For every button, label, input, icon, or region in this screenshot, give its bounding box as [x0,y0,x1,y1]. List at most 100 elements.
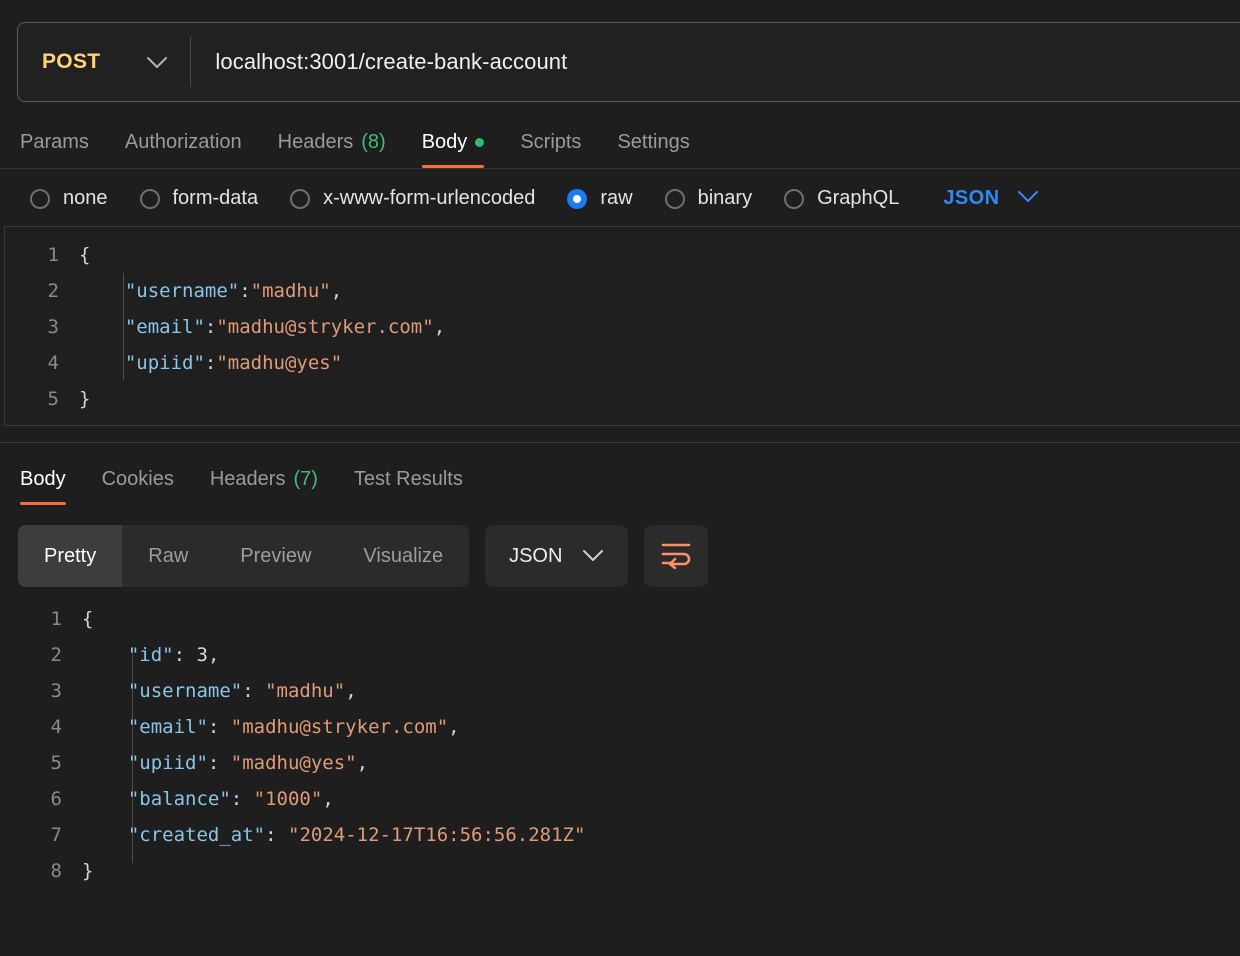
line-content: "upiid": "madhu@yes", [127,752,369,774]
view-mode-preview[interactable]: Preview [214,525,337,587]
line-content: "created_at": "2024-12-17T16:56:56.281Z" [127,824,586,846]
response-view-mode-group: Pretty Raw Preview Visualize [18,525,470,587]
word-wrap-icon [659,539,693,574]
tab-params-label: Params [20,131,89,153]
response-format-select[interactable]: JSON [485,525,629,587]
body-modified-dot-icon [475,138,485,147]
radio-icon [139,188,160,209]
tab-body-label: Body [421,131,468,153]
body-type-none[interactable]: none [30,187,108,210]
request-tabs: Params Authorization Headers (8) Body Sc… [0,102,1240,168]
tab-settings-label: Settings [617,131,690,153]
response-tabs: Body Cookies Headers (7) Test Results [0,443,1240,505]
line-content: "upiid":"madhu@yes" [124,352,343,374]
response-format-value: JSON [509,544,563,567]
line-content: "username":"madhu", [124,280,343,302]
url-bar-container: POST localhost:3001/create-bank-account [0,0,1240,102]
chevron-down-icon [582,545,604,568]
code-line: 7 "created_at": "2024-12-17T16:56:56.281… [8,817,1240,853]
line-content: } [79,388,91,410]
view-mode-preview-label: Preview [240,544,312,567]
body-type-graphql-label: GraphQL [817,187,900,209]
tab-scripts-label: Scripts [520,131,582,153]
code-line: 4 "upiid":"madhu@yes" [5,345,1240,381]
code-line: 1{ [5,237,1240,273]
code-line: 6 "balance": "1000", [8,781,1240,817]
body-type-form-data-label: form-data [172,187,259,209]
radio-icon [290,188,311,209]
line-number: 2 [47,280,59,302]
line-content: "balance": "1000", [127,788,334,810]
response-tab-test-results-label: Test Results [353,468,463,490]
postman-request-response-view: POST localhost:3001/create-bank-account … [0,0,1240,956]
request-body-code[interactable]: 1{2 "username":"madhu", 3 "email":"madhu@… [5,237,1240,417]
tab-authorization[interactable]: Authorization [107,131,260,168]
http-method-selector[interactable]: POST [18,23,190,101]
tab-scripts[interactable]: Scripts [502,131,599,168]
line-content: } [82,860,94,882]
code-line: 2 "id": 3, [8,637,1240,673]
view-mode-visualize[interactable]: Visualize [337,525,469,587]
body-type-graphql[interactable]: GraphQL [784,187,899,210]
line-number: 3 [50,680,62,702]
tab-headers[interactable]: Headers (8) [260,131,404,168]
code-line: 2 "username":"madhu", [5,273,1240,309]
response-tab-headers[interactable]: Headers (7) [192,468,336,505]
code-line: 3 "email":"madhu@stryker.com", [5,309,1240,345]
request-body-editor[interactable]: 1{2 "username":"madhu", 3 "email":"madhu@… [4,226,1240,426]
tab-headers-count: (8) [361,131,386,153]
line-content: "username": "madhu", [127,680,357,702]
line-number: 4 [47,352,59,374]
radio-selected-icon [567,188,588,209]
response-tab-body[interactable]: Body [18,468,84,505]
response-toolbar: Pretty Raw Preview Visualize JSON [0,505,1240,587]
line-number: 2 [50,644,62,666]
line-content: "email":"madhu@stryker.com", [124,316,446,338]
response-tab-headers-count: (7) [293,468,318,490]
view-mode-raw-label: Raw [148,544,189,567]
view-mode-pretty[interactable]: Pretty [18,525,123,587]
view-mode-raw[interactable]: Raw [122,525,214,587]
body-type-binary[interactable]: binary [664,187,752,210]
line-number: 1 [50,608,62,630]
body-type-form-data[interactable]: form-data [139,187,259,210]
body-type-urlencoded[interactable]: x-www-form-urlencoded [290,187,535,210]
tab-body[interactable]: Body [404,131,503,168]
radio-icon [784,188,805,209]
http-method-label: POST [42,50,101,73]
tab-params[interactable]: Params [18,131,107,168]
line-number: 1 [47,244,59,266]
chevron-down-icon [1017,190,1039,208]
tab-headers-label: Headers [277,131,354,153]
code-line: 3 "username": "madhu", [8,673,1240,709]
line-number: 5 [50,752,62,774]
code-line: 1{ [8,601,1240,637]
body-type-raw[interactable]: raw [567,187,633,210]
line-number: 4 [50,716,62,738]
response-tab-headers-label: Headers [209,468,286,490]
line-content: "email": "madhu@stryker.com", [127,716,460,738]
line-content: { [79,244,91,266]
code-line: 8} [8,853,1240,889]
radio-icon [664,188,685,209]
tab-authorization-label: Authorization [124,131,242,153]
body-type-radio-group: none form-data x-www-form-urlencoded raw… [0,169,1240,226]
word-wrap-button[interactable] [644,525,709,587]
tab-settings[interactable]: Settings [599,131,707,168]
view-mode-pretty-label: Pretty [44,544,97,567]
request-format-select[interactable]: JSON [943,187,1039,210]
response-tab-test-results[interactable]: Test Results [336,468,481,505]
line-number: 3 [47,316,59,338]
url-input[interactable]: localhost:3001/create-bank-account [191,49,567,75]
line-number: 7 [50,824,62,846]
radio-icon [30,188,50,209]
code-line: 5 "upiid": "madhu@yes", [8,745,1240,781]
response-body-viewer[interactable]: 1{2 "id": 3, 3 "username": "madhu", 4 "ema… [0,587,1240,889]
line-number: 6 [50,788,62,810]
response-body-code: 1{2 "id": 3, 3 "username": "madhu", 4 "ema… [8,601,1240,889]
line-content: { [82,608,94,630]
response-tab-cookies-label: Cookies [101,468,174,490]
line-number: 5 [47,388,59,410]
response-tab-cookies[interactable]: Cookies [84,468,192,505]
chevron-down-icon [146,56,168,69]
